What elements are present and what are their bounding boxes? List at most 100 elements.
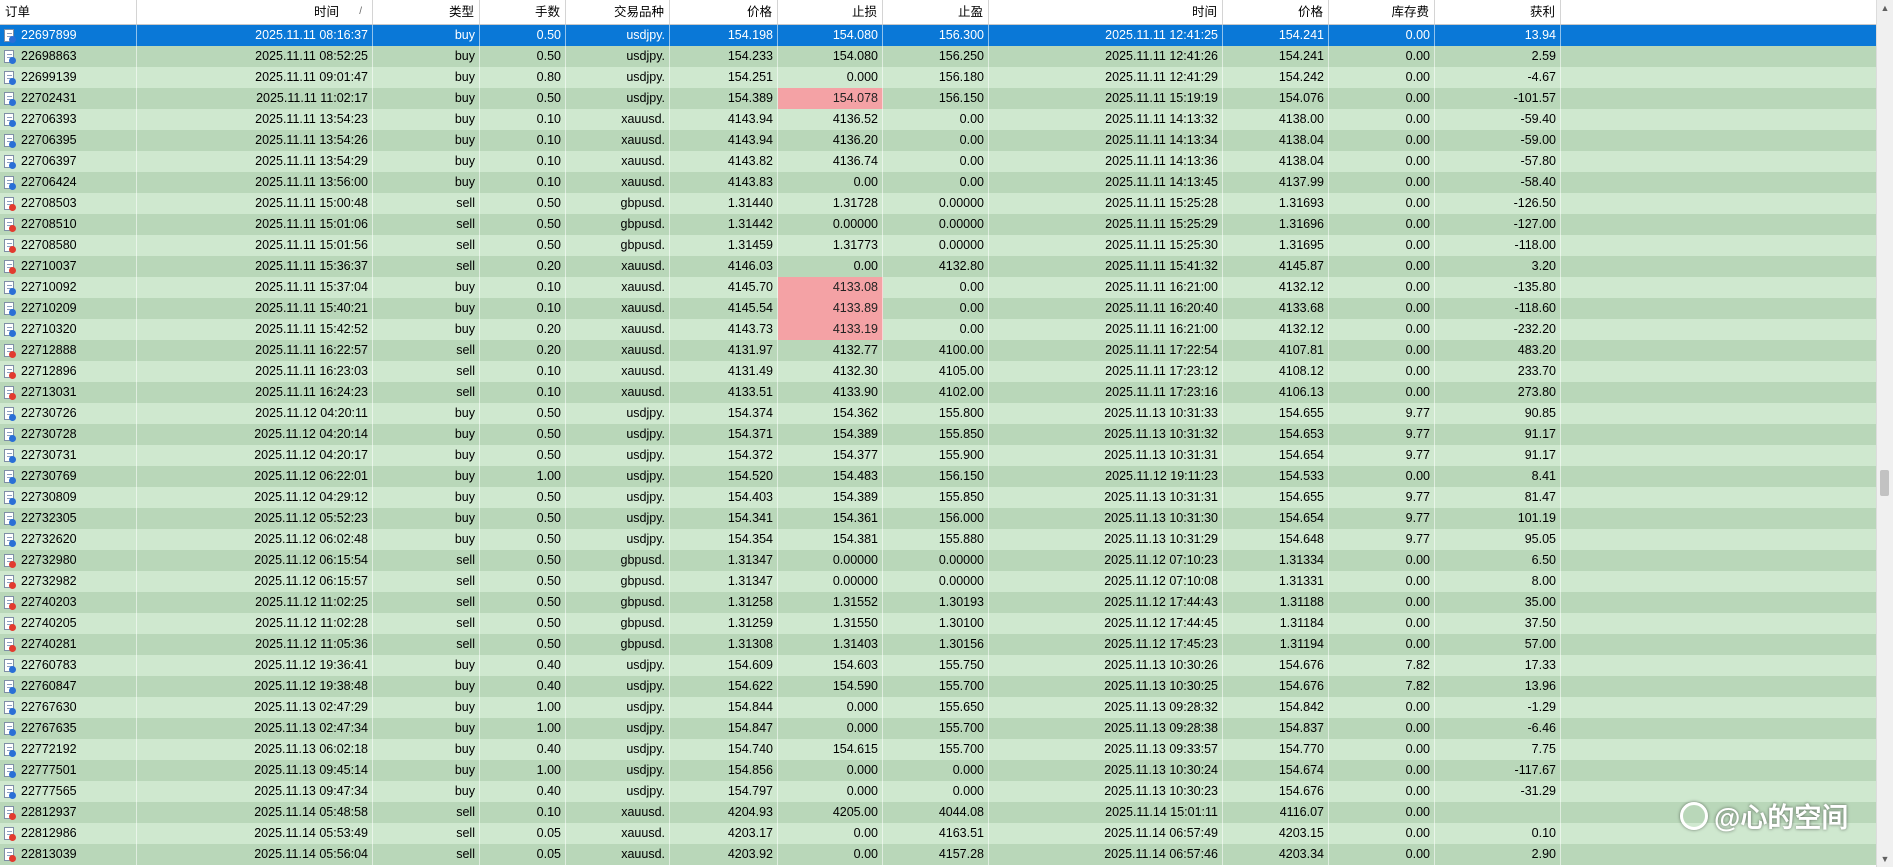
table-row[interactable]: 22732305 2025.11.12 05:52:23 buy 0.50 usdjpy… (0, 508, 1877, 529)
cell-order: 22710037 (0, 256, 137, 277)
table-row[interactable]: 22730731 2025.11.12 04:20:17 buy 0.50 usdjpy… (0, 445, 1877, 466)
table-row[interactable]: 22812937 2025.11.14 05:48:58 sell 0.10 xauus… (0, 802, 1877, 823)
table-row[interactable]: 22732620 2025.11.12 06:02:48 buy 0.50 usdjpy… (0, 529, 1877, 550)
cell-profit: 101.19 (1435, 508, 1561, 529)
cell-swap: 0.00 (1329, 739, 1435, 760)
cell-lots: 0.10 (480, 109, 566, 130)
table-row[interactable]: 22706424 2025.11.11 13:56:00 buy 0.10 xauusd… (0, 172, 1877, 193)
table-row[interactable]: 22772192 2025.11.13 06:02:18 buy 0.40 usdjpy… (0, 739, 1877, 760)
header-close-time[interactable]: 时间 (989, 0, 1223, 24)
header-lots[interactable]: 手数 (480, 0, 566, 24)
table-row[interactable]: 22740203 2025.11.12 11:02:25 sell 0.50 gbpus… (0, 592, 1877, 613)
table-row[interactable]: 22813039 2025.11.14 05:56:04 sell 0.05 xauus… (0, 844, 1877, 865)
header-type[interactable]: 类型 (373, 0, 480, 24)
header-profit[interactable]: 获利 (1435, 0, 1561, 24)
cell-profit: 0.10 (1435, 823, 1561, 844)
cell-symbol: usdjpy. (566, 781, 670, 802)
table-row[interactable]: 22760783 2025.11.12 19:36:41 buy 0.40 usdjpy… (0, 655, 1877, 676)
table-row[interactable]: 22767630 2025.11.13 02:47:29 buy 1.00 usdjpy… (0, 697, 1877, 718)
header-stop-loss[interactable]: 止损 (778, 0, 883, 24)
cell-symbol: xauusd. (566, 151, 670, 172)
scroll-down-arrow-icon[interactable]: ▼ (1877, 851, 1893, 867)
cell-open-price: 154.847 (670, 718, 778, 739)
scroll-up-arrow-icon[interactable]: ▲ (1877, 0, 1893, 16)
table-row[interactable]: 22740281 2025.11.12 11:05:36 sell 0.50 gbpus… (0, 634, 1877, 655)
cell-close-price: 1.31331 (1223, 571, 1329, 592)
table-row[interactable]: 22767635 2025.11.13 02:47:34 buy 1.00 usdjpy… (0, 718, 1877, 739)
table-row[interactable]: 22710092 2025.11.11 15:37:04 buy 0.10 xauusd… (0, 277, 1877, 298)
table-row[interactable]: 22710320 2025.11.11 15:42:52 buy 0.20 xauusd… (0, 319, 1877, 340)
cell-open-time: 2025.11.11 15:37:04 (137, 277, 373, 298)
cell-profit: 13.96 (1435, 676, 1561, 697)
cell-profit: 6.50 (1435, 550, 1561, 571)
table-row[interactable]: 22812986 2025.11.14 05:53:49 sell 0.05 xauus… (0, 823, 1877, 844)
table-row[interactable]: 22730726 2025.11.12 04:20:11 buy 0.50 usdjpy… (0, 403, 1877, 424)
cell-order: 22706395 (0, 130, 137, 151)
header-open-price[interactable]: 价格 (670, 0, 778, 24)
table-row[interactable]: 22730809 2025.11.12 04:29:12 buy 0.50 usdjpy… (0, 487, 1877, 508)
table-row[interactable]: 22697899 2025.11.11 08:16:37 buy 0.50 usdjpy… (0, 25, 1877, 46)
table-row[interactable]: 22732980 2025.11.12 06:15:54 sell 0.50 gbpus… (0, 550, 1877, 571)
order-number: 22777501 (21, 763, 77, 777)
table-row[interactable]: 22712888 2025.11.11 16:22:57 sell 0.20 xauus… (0, 340, 1877, 361)
cell-open-time: 2025.11.12 06:15:57 (137, 571, 373, 592)
cell-close-price: 154.676 (1223, 676, 1329, 697)
cell-open-price: 154.740 (670, 739, 778, 760)
cell-stop-loss: 154.603 (778, 655, 883, 676)
order-number: 22732982 (21, 574, 77, 588)
cell-type: sell (373, 571, 480, 592)
cell-take-profit: 156.180 (883, 67, 989, 88)
cell-type: buy (373, 151, 480, 172)
cell-type: sell (373, 256, 480, 277)
table-row[interactable]: 22706395 2025.11.11 13:54:26 buy 0.10 xauusd… (0, 130, 1877, 151)
table-row[interactable]: 22740205 2025.11.12 11:02:28 sell 0.50 gbpus… (0, 613, 1877, 634)
header-symbol[interactable]: 交易品种 (566, 0, 670, 24)
cell-profit: 81.47 (1435, 487, 1561, 508)
cell-close-price: 154.242 (1223, 67, 1329, 88)
table-row[interactable]: 22698863 2025.11.11 08:52:25 buy 0.50 usdjpy… (0, 46, 1877, 67)
vertical-scrollbar[interactable]: ▲ ▼ (1876, 0, 1893, 867)
cell-lots: 0.05 (480, 823, 566, 844)
cell-close-time: 2025.11.11 15:25:28 (989, 193, 1223, 214)
table-row[interactable]: 22777565 2025.11.13 09:47:34 buy 0.40 usdjpy… (0, 781, 1877, 802)
header-close-price[interactable]: 价格 (1223, 0, 1329, 24)
table-row[interactable]: 22760847 2025.11.12 19:38:48 buy 0.40 usdjpy… (0, 676, 1877, 697)
cell-take-profit: 156.250 (883, 46, 989, 67)
header-label: 时间 (313, 5, 339, 19)
order-number: 22812937 (21, 805, 77, 819)
table-row[interactable]: 22708510 2025.11.11 15:01:06 sell 0.50 gbpus… (0, 214, 1877, 235)
cell-open-price: 4143.73 (670, 319, 778, 340)
cell-open-time: 2025.11.12 04:29:12 (137, 487, 373, 508)
cell-profit: -57.80 (1435, 151, 1561, 172)
table-row[interactable]: 22730769 2025.11.12 06:22:01 buy 1.00 usdjpy… (0, 466, 1877, 487)
cell-type: sell (373, 235, 480, 256)
header-take-profit[interactable]: 止盈 (883, 0, 989, 24)
cell-order: 22732305 (0, 508, 137, 529)
table-row[interactable]: 22732982 2025.11.12 06:15:57 sell 0.50 gbpus… (0, 571, 1877, 592)
scrollbar-thumb[interactable] (1880, 470, 1889, 496)
table-row[interactable]: 22713031 2025.11.11 16:24:23 sell 0.10 xauus… (0, 382, 1877, 403)
cell-swap: 9.77 (1329, 424, 1435, 445)
header-swap[interactable]: 库存费 (1329, 0, 1435, 24)
table-row[interactable]: 22730728 2025.11.12 04:20:14 buy 0.50 usdjpy… (0, 424, 1877, 445)
cell-stop-loss: 0.000 (778, 697, 883, 718)
table-row[interactable]: 22777501 2025.11.13 09:45:14 buy 1.00 usdjpy… (0, 760, 1877, 781)
cell-close-price: 4203.34 (1223, 844, 1329, 865)
table-row[interactable]: 22699139 2025.11.11 09:01:47 buy 0.80 usdjpy… (0, 67, 1877, 88)
header-label: 类型 (448, 5, 474, 19)
header-open-time[interactable]: 时间 / (137, 0, 373, 24)
table-row[interactable]: 22702431 2025.11.11 11:02:17 buy 0.50 usdjpy… (0, 88, 1877, 109)
cell-symbol: xauusd. (566, 130, 670, 151)
header-order[interactable]: 订单 (0, 0, 137, 24)
table-row[interactable]: 22710209 2025.11.11 15:40:21 buy 0.10 xauusd… (0, 298, 1877, 319)
table-row[interactable]: 22706397 2025.11.11 13:54:29 buy 0.10 xauusd… (0, 151, 1877, 172)
cell-take-profit: 156.150 (883, 466, 989, 487)
cell-lots: 0.50 (480, 508, 566, 529)
cell-take-profit: 4044.08 (883, 802, 989, 823)
table-row[interactable]: 22708503 2025.11.11 15:00:48 sell 0.50 gbpus… (0, 193, 1877, 214)
table-row[interactable]: 22708580 2025.11.11 15:01:56 sell 0.50 gbpus… (0, 235, 1877, 256)
cell-close-price: 154.655 (1223, 403, 1329, 424)
table-row[interactable]: 22706393 2025.11.11 13:54:23 buy 0.10 xauusd… (0, 109, 1877, 130)
table-row[interactable]: 22710037 2025.11.11 15:36:37 sell 0.20 xauus… (0, 256, 1877, 277)
table-row[interactable]: 22712896 2025.11.11 16:23:03 sell 0.10 xauus… (0, 361, 1877, 382)
